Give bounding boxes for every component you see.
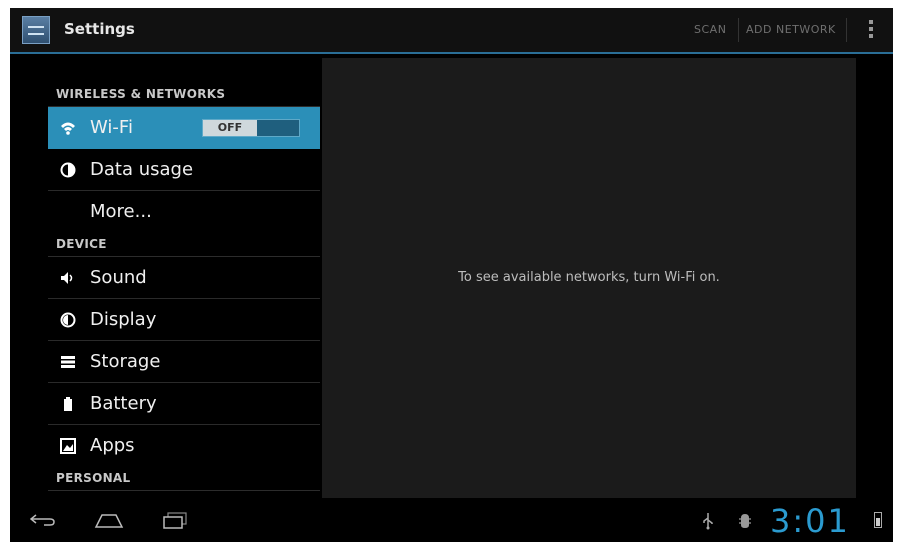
action-bar: Settings SCAN ADD NETWORK	[10, 8, 893, 54]
brightness-icon	[60, 312, 76, 328]
settings-item-storage[interactable]: Storage	[48, 341, 320, 383]
wifi-detail-pane: To see available networks, turn Wi-Fi on…	[322, 58, 856, 498]
settings-item-display[interactable]: Display	[48, 299, 320, 341]
settings-item-wifi[interactable]: Wi-Fi OFF	[48, 107, 320, 149]
apps-icon	[60, 438, 76, 454]
settings-list: WIRELESS & NETWORKS Wi-Fi OFF Data usage…	[48, 82, 320, 491]
wifi-icon	[60, 120, 76, 136]
home-icon[interactable]	[94, 512, 124, 528]
action-divider	[846, 18, 847, 42]
settings-item-label: Sound	[90, 267, 147, 288]
wifi-toggle-state: OFF	[203, 120, 257, 136]
settings-item-label: Battery	[90, 393, 157, 414]
data-usage-icon	[60, 162, 76, 178]
settings-item-label: Storage	[90, 351, 161, 372]
settings-item-apps[interactable]: Apps	[48, 425, 320, 466]
action-divider	[738, 18, 739, 42]
settings-item-label: Apps	[90, 435, 135, 456]
category-device: DEVICE	[48, 232, 320, 257]
scan-button[interactable]: SCAN	[694, 23, 726, 36]
recent-apps-icon[interactable]	[162, 512, 188, 530]
settings-item-label: More...	[90, 201, 152, 222]
category-personal: PERSONAL	[48, 466, 320, 491]
settings-item-label: Data usage	[90, 159, 194, 180]
settings-item-label: Display	[90, 309, 157, 330]
category-wireless: WIRELESS & NETWORKS	[48, 82, 320, 107]
wifi-off-message: To see available networks, turn Wi-Fi on…	[458, 270, 720, 285]
add-network-button[interactable]: ADD NETWORK	[746, 23, 836, 36]
system-bar: 3:01	[10, 500, 893, 542]
wifi-toggle[interactable]: OFF	[202, 119, 300, 137]
settings-item-label: Wi-Fi	[90, 117, 133, 138]
storage-icon	[60, 354, 76, 370]
tablet-screen: Settings SCAN ADD NETWORK WIRELESS & NET…	[10, 8, 893, 542]
status-clock: 3:01	[770, 502, 850, 540]
settings-item-data-usage[interactable]: Data usage	[48, 149, 320, 191]
overflow-menu-icon[interactable]	[868, 20, 874, 40]
settings-app-icon[interactable]	[22, 16, 50, 44]
page-title: Settings	[64, 20, 135, 38]
speaker-icon	[60, 270, 76, 286]
status-battery-icon	[874, 512, 882, 528]
battery-icon	[60, 396, 76, 412]
settings-item-more[interactable]: More...	[48, 191, 320, 232]
back-icon[interactable]	[30, 514, 56, 526]
settings-item-sound[interactable]: Sound	[48, 257, 320, 299]
usb-icon	[703, 513, 713, 530]
settings-item-battery[interactable]: Battery	[48, 383, 320, 425]
usb-debugging-icon	[739, 514, 751, 528]
